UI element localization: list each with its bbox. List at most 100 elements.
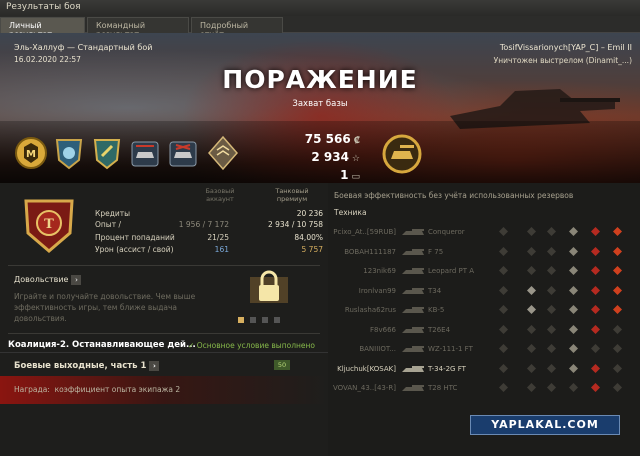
damage-icon bbox=[569, 227, 578, 236]
efficiency-row[interactable]: BANIIIOT... WZ-111-1 FT bbox=[328, 340, 640, 358]
spotted-icon bbox=[499, 305, 508, 314]
class-mastery-medal-icon[interactable] bbox=[380, 133, 424, 175]
enemy-player-name: Ruslasha62rus bbox=[344, 306, 396, 314]
damage-icon bbox=[569, 246, 578, 256]
damage-received-icon bbox=[591, 227, 600, 236]
damage-icon bbox=[569, 344, 578, 353]
efficiency-row[interactable]: 123nik69 Leopard PT A bbox=[328, 262, 640, 280]
enemy-tank-icon bbox=[402, 229, 424, 235]
chevron-right-icon[interactable]: › bbox=[71, 275, 82, 285]
enemy-tank-name: T34 bbox=[428, 286, 442, 295]
enemy-tank-name: F 75 bbox=[428, 247, 444, 256]
wot-shield-icon: T bbox=[24, 199, 74, 253]
kill-icon bbox=[613, 363, 622, 373]
enemy-player-name: Ironlvan99 bbox=[358, 286, 396, 295]
spotted-icon bbox=[499, 246, 508, 256]
damage-received-icon bbox=[591, 266, 600, 275]
quest-status: ✓ Основное условие выполнено bbox=[188, 341, 315, 350]
kill-icon bbox=[613, 383, 622, 392]
enemy-tank-name: T28 HTC bbox=[428, 384, 458, 392]
tab-team-result[interactable]: Командный результат bbox=[87, 17, 189, 39]
spotted-icon bbox=[499, 363, 508, 373]
battle-result-title: ПОРАЖЕНИЕ bbox=[222, 65, 418, 94]
stats-row-xp: Опыт / 1 956 / 7 172 2 934 / 10 758 bbox=[95, 220, 323, 229]
assist-icon bbox=[527, 285, 536, 295]
premium-reward-title[interactable]: Довольствие › bbox=[14, 275, 82, 285]
damage-received-icon bbox=[591, 363, 600, 373]
enemy-player-name: 123nik69 bbox=[363, 267, 396, 275]
efficiency-row[interactable]: BOBAH111187 F 75 bbox=[328, 243, 640, 261]
total-free: 1 bbox=[340, 168, 349, 182]
crits-icon bbox=[547, 305, 556, 314]
tank-cross-icon[interactable] bbox=[166, 134, 200, 172]
spotted-icon bbox=[499, 344, 508, 353]
kill-icon bbox=[613, 285, 622, 295]
map-mode-label: Эль-Халлуф — Стандартный бой bbox=[14, 43, 153, 52]
player-vehicle-label: TosifVissarionych[YAP_C] – Emil II bbox=[499, 43, 632, 52]
damage-received-icon bbox=[591, 285, 600, 295]
watermark: YAPLAKAL.COM bbox=[470, 415, 620, 435]
crits-icon bbox=[547, 344, 556, 353]
crits-icon bbox=[547, 227, 556, 236]
damage-icon bbox=[569, 285, 578, 295]
svg-text:M: M bbox=[26, 149, 36, 160]
stats-row-credits: Кредиты 20 236 bbox=[95, 209, 323, 218]
assist-icon bbox=[527, 383, 536, 392]
efficiency-row[interactable]: Ironlvan99 T34 bbox=[328, 282, 640, 300]
assist-icon bbox=[527, 324, 536, 334]
assist-icon bbox=[527, 266, 536, 275]
assist-icon bbox=[527, 227, 536, 236]
battle-hero-banner: Эль-Халлуф — Стандартный бой 16.02.2020 … bbox=[0, 33, 640, 183]
premium-account-header: Танковый премиум bbox=[275, 187, 309, 203]
efficiency-row[interactable]: VOVAN_43..[43-R] T28 HTC bbox=[328, 379, 640, 397]
quest-title[interactable]: Коалиция-2. Останавливающее дей... bbox=[8, 340, 196, 350]
tab-bar: Личный результат Командный результат Под… bbox=[0, 16, 640, 39]
diamond-rank-icon[interactable] bbox=[206, 134, 240, 172]
personal-stats-panel: T Базовый аккаунт Танковый премиум Креди… bbox=[0, 183, 328, 456]
basic-account-header: Базовый аккаунт bbox=[205, 187, 235, 203]
kill-icon bbox=[613, 246, 622, 256]
tab-personal-result[interactable]: Личный результат bbox=[0, 17, 85, 39]
m-badge-icon[interactable]: M bbox=[14, 134, 48, 172]
efficiency-row[interactable]: Ruslasha62rus KB-5 bbox=[328, 301, 640, 319]
chevron-right-icon[interactable]: › bbox=[149, 361, 160, 371]
assist-icon bbox=[527, 246, 536, 256]
kill-icon bbox=[613, 305, 622, 314]
tech-column-header: Техника bbox=[334, 208, 367, 217]
svg-text:T: T bbox=[44, 217, 54, 232]
quest2-badge: 50 bbox=[274, 360, 290, 370]
tab-detailed-report[interactable]: Подробный отчёт bbox=[191, 17, 283, 39]
spotted-icon bbox=[499, 383, 508, 392]
spotted-icon bbox=[499, 227, 508, 236]
totals-block: 75 566 ₡ 2 934 ☆ 1 ▭ bbox=[290, 131, 360, 183]
enemy-tank-icon bbox=[402, 287, 424, 294]
efficiency-row[interactable]: F8v666 T26E4 bbox=[328, 321, 640, 339]
damage-received-icon bbox=[591, 305, 600, 314]
enemy-tank-name: T26E4 bbox=[428, 325, 451, 334]
enemy-player-name: BANIIIOT... bbox=[359, 345, 396, 353]
damage-icon bbox=[569, 324, 578, 334]
ticket-icon: ▭ bbox=[351, 172, 360, 182]
crits-icon bbox=[547, 383, 556, 392]
shield-blue-icon[interactable] bbox=[52, 134, 86, 172]
premium-reward-description: Играйте и получайте довольствие. Чем выш… bbox=[14, 292, 196, 323]
efficiency-row[interactable]: Pсixo_At..[59RUB] Conqueror bbox=[328, 223, 640, 241]
enemy-tank-icon bbox=[402, 248, 424, 255]
damage-icon bbox=[569, 363, 578, 373]
tank-stripes-icon[interactable] bbox=[128, 134, 162, 172]
credits-icon: ₡ bbox=[353, 136, 360, 146]
enemy-tank-name: T-34-2G FT bbox=[428, 364, 466, 373]
efficiency-row[interactable]: Kljuchuk[KOSAK] T-34-2G FT bbox=[328, 360, 640, 378]
quest-reward: Награда: коэффициент опыта экипажа 2 bbox=[14, 385, 181, 394]
enemy-tank-icon bbox=[402, 385, 424, 391]
shield-teal-icon[interactable] bbox=[90, 134, 124, 172]
enemy-tank-icon bbox=[402, 365, 424, 372]
enemy-tank-name: Leopard PT A bbox=[428, 267, 475, 275]
kill-icon bbox=[613, 266, 622, 275]
kill-icon bbox=[613, 324, 622, 334]
quest2-title[interactable]: Боевые выходные, часть 1 › bbox=[14, 361, 160, 371]
spotted-icon bbox=[499, 324, 508, 334]
check-icon: ✓ bbox=[188, 341, 195, 350]
damage-icon bbox=[569, 266, 578, 275]
crits-icon bbox=[547, 285, 556, 295]
